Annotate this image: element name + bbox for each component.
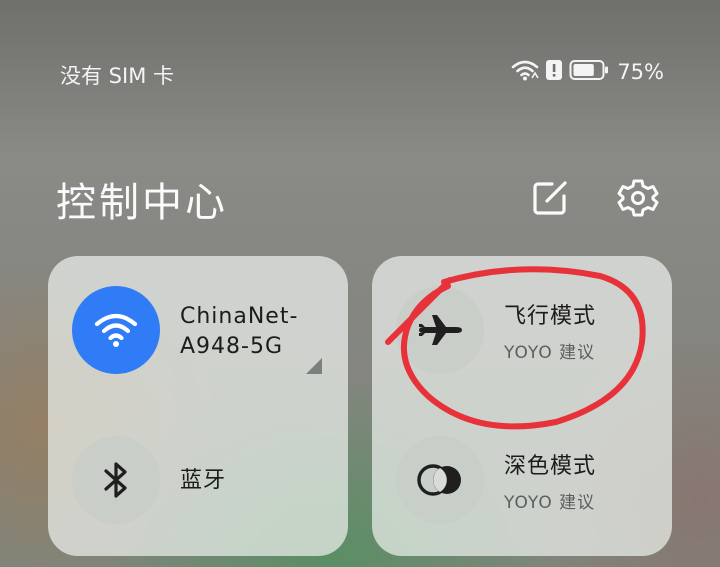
bluetooth-icon [104, 462, 127, 498]
network-panel: ChinaNet- A948-5G 蓝牙 [48, 256, 348, 556]
bluetooth-tile[interactable]: 蓝牙 [48, 256, 348, 524]
dark-mode-suggestion: YOYO 建议 [504, 493, 596, 513]
gear-icon [617, 179, 659, 217]
battery-percent: 75% [617, 60, 664, 84]
status-bar: 没有 SIM 卡 75% [0, 0, 720, 140]
dark-mode-icon [417, 464, 461, 496]
carrier-status: 没有 SIM 卡 [60, 64, 174, 88]
status-icons: 75% [511, 58, 664, 86]
edit-button[interactable] [528, 176, 572, 220]
page-title: 控制中心 [56, 180, 228, 226]
dark-mode-label: 深色模式 [504, 454, 597, 479]
bluetooth-label: 蓝牙 [180, 468, 227, 493]
bluetooth-toggle[interactable] [72, 436, 160, 524]
wifi-icon [511, 58, 539, 86]
dark-mode-tile[interactable]: 深色模式 YOYO 建议 [372, 256, 672, 524]
modes-panel: 飞行模式 YOYO 建议 深色模式 YOYO 建议 [372, 256, 672, 556]
alert-icon [545, 59, 563, 85]
edit-icon [533, 181, 567, 215]
dark-mode-toggle[interactable] [396, 436, 484, 524]
battery-icon [569, 59, 609, 85]
settings-button[interactable] [616, 176, 660, 220]
